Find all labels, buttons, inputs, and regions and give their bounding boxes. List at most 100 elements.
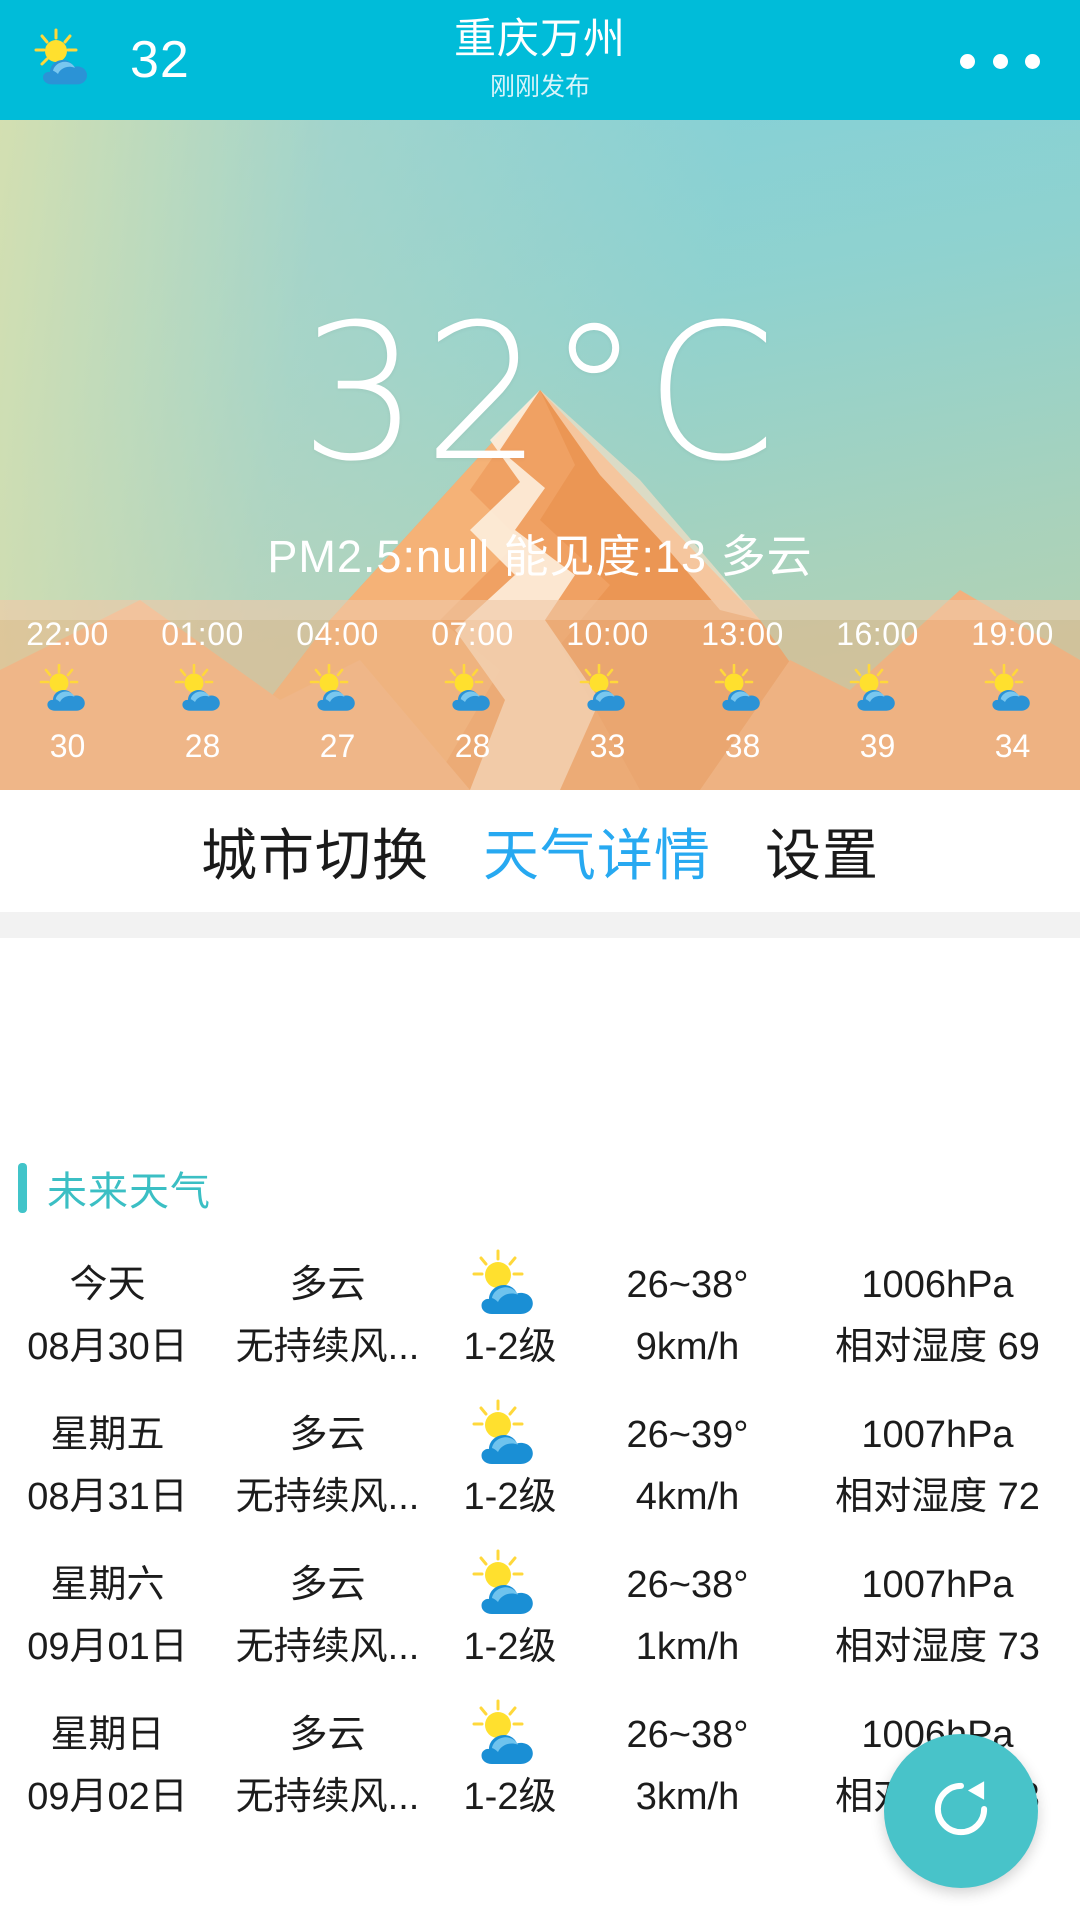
section-divider bbox=[0, 912, 1080, 938]
forecast-row-secondary: 09月01日 无持续风... 1-2级 1km/h 相对湿度 73 bbox=[0, 1617, 1080, 1677]
hourly-time: 22:00 bbox=[26, 616, 109, 652]
hourly-item: 19:00 34 bbox=[945, 610, 1080, 790]
refresh-fab-button[interactable] bbox=[884, 1734, 1038, 1888]
hourly-time: 10:00 bbox=[566, 616, 649, 652]
forecast-row-primary: 星期五 多云 26~39° 1007hPa bbox=[0, 1399, 1080, 1465]
forecast-humidity: 相对湿度 72 bbox=[835, 1476, 1040, 1518]
partly-cloudy-icon bbox=[307, 663, 369, 716]
forecast-condition: 多云 bbox=[289, 1714, 366, 1756]
hourly-temperature: 38 bbox=[724, 728, 761, 764]
section-title-label: 未来天气 bbox=[47, 1170, 211, 1214]
partly-cloudy-icon bbox=[442, 663, 504, 716]
publish-time: 刚刚发布 bbox=[489, 73, 590, 102]
forecast-humidity: 相对湿度 73 bbox=[835, 1626, 1040, 1668]
forecast-temp-range: 26~39° bbox=[626, 1414, 749, 1456]
forecast-row-secondary: 08月31日 无持续风... 1-2级 4km/h 相对湿度 72 bbox=[0, 1467, 1080, 1527]
hourly-item: 16:00 39 bbox=[810, 610, 945, 790]
hourly-item: 07:00 28 bbox=[405, 610, 540, 790]
section-accent-bar bbox=[18, 1163, 27, 1213]
partly-cloudy-icon bbox=[712, 663, 774, 716]
partly-cloudy-icon bbox=[440, 1399, 580, 1471]
hourly-item: 13:00 38 bbox=[675, 610, 810, 790]
partly-cloudy-icon bbox=[37, 663, 99, 716]
partly-cloudy-icon bbox=[440, 1699, 580, 1771]
current-temperature: 32°C bbox=[299, 284, 781, 503]
forecast-wind-level: 1-2级 bbox=[463, 1326, 557, 1368]
forecast-wind: 无持续风... bbox=[235, 1776, 420, 1818]
table-row[interactable]: 星期五 多云 26~39° 1007hPa 08月31日 无持续风... 1-2… bbox=[0, 1399, 1080, 1555]
forecast-date: 09月02日 bbox=[27, 1776, 188, 1818]
app-header: 32 重庆万州 刚刚发布 bbox=[0, 0, 1080, 120]
forecast-wind-level: 1-2级 bbox=[463, 1476, 557, 1518]
forecast-wind-speed: 9km/h bbox=[635, 1326, 740, 1368]
partly-cloudy-icon bbox=[440, 1549, 580, 1621]
hourly-item: 10:00 33 bbox=[540, 610, 675, 790]
forecast-wind: 无持续风... bbox=[235, 1476, 420, 1518]
forecast-wind-level: 1-2级 bbox=[463, 1776, 557, 1818]
hourly-time: 13:00 bbox=[701, 616, 784, 652]
hero-weather-panel: 32°C PM2.5:null 能见度:13 多云 22:00 30 01:00… bbox=[0, 120, 1080, 790]
hourly-item: 22:00 30 bbox=[0, 610, 135, 790]
forecast-wind-level: 1-2级 bbox=[463, 1626, 557, 1668]
hourly-temperature: 33 bbox=[589, 728, 626, 764]
hourly-item: 01:00 28 bbox=[135, 610, 270, 790]
hourly-time: 07:00 bbox=[431, 616, 514, 652]
hourly-temperature: 39 bbox=[859, 728, 896, 764]
partly-cloudy-icon bbox=[172, 663, 234, 716]
tab-weather-details[interactable]: 天气详情 bbox=[467, 811, 727, 892]
forecast-row-primary: 星期六 多云 26~38° 1007hPa bbox=[0, 1549, 1080, 1615]
table-row[interactable]: 今天 多云 26~38° 1006hPa 08月30日 无持续风... 1-2级… bbox=[0, 1249, 1080, 1405]
tab-city-switch[interactable]: 城市切换 bbox=[185, 811, 445, 892]
hourly-forecast-strip[interactable]: 22:00 30 01:00 28 04:00 27 07:00 28 10:0… bbox=[0, 610, 1080, 790]
forecast-temp-range: 26~38° bbox=[626, 1564, 749, 1606]
hourly-time: 01:00 bbox=[161, 616, 244, 652]
forecast-day: 星期六 bbox=[50, 1564, 165, 1606]
header-left-group: 32 bbox=[0, 28, 320, 92]
forecast-temp-range: 26~38° bbox=[626, 1264, 749, 1306]
forecast-wind-speed: 3km/h bbox=[635, 1776, 740, 1818]
overflow-menu-icon[interactable] bbox=[960, 46, 1040, 76]
partly-cloudy-icon bbox=[440, 1249, 580, 1321]
city-name: 重庆万州 bbox=[453, 14, 626, 62]
forecast-humidity: 相对湿度 69 bbox=[835, 1326, 1040, 1368]
forecast-wind-speed: 4km/h bbox=[635, 1476, 740, 1518]
forecast-pressure: 1006hPa bbox=[861, 1264, 1014, 1306]
hourly-time: 19:00 bbox=[971, 616, 1054, 652]
forecast-day: 星期五 bbox=[50, 1414, 165, 1456]
hourly-temperature: 30 bbox=[49, 728, 86, 764]
hourly-temperature: 28 bbox=[184, 728, 221, 764]
hourly-time: 04:00 bbox=[296, 616, 379, 652]
hourly-temperature: 34 bbox=[994, 728, 1031, 764]
forecast-condition: 多云 bbox=[289, 1564, 366, 1606]
forecast-wind: 无持续风... bbox=[235, 1626, 420, 1668]
forecast-row-secondary: 08月30日 无持续风... 1-2级 9km/h 相对湿度 69 bbox=[0, 1317, 1080, 1377]
partly-cloudy-icon bbox=[577, 663, 639, 716]
future-weather-header: 未来天气 bbox=[0, 1160, 1080, 1216]
current-conditions-summary: PM2.5:null 能见度:13 多云 bbox=[267, 531, 813, 582]
partly-cloudy-icon bbox=[30, 28, 102, 92]
forecast-row-primary: 今天 多云 26~38° 1006hPa bbox=[0, 1249, 1080, 1315]
forecast-wind-speed: 1km/h bbox=[635, 1626, 740, 1668]
forecast-wind: 无持续风... bbox=[235, 1326, 420, 1368]
forecast-day: 星期日 bbox=[50, 1714, 165, 1756]
forecast-condition: 多云 bbox=[289, 1414, 366, 1456]
partly-cloudy-icon bbox=[847, 663, 909, 716]
forecast-temp-range: 26~38° bbox=[626, 1714, 749, 1756]
hourly-time: 16:00 bbox=[836, 616, 919, 652]
refresh-icon bbox=[924, 1772, 998, 1851]
hourly-temperature: 27 bbox=[319, 728, 356, 764]
forecast-day: 今天 bbox=[69, 1264, 146, 1306]
partly-cloudy-icon bbox=[982, 663, 1044, 716]
hourly-temperature: 28 bbox=[454, 728, 491, 764]
table-row[interactable]: 星期六 多云 26~38° 1007hPa 09月01日 无持续风... 1-2… bbox=[0, 1549, 1080, 1705]
forecast-pressure: 1007hPa bbox=[861, 1564, 1014, 1606]
tab-settings[interactable]: 设置 bbox=[749, 811, 895, 892]
hourly-item: 04:00 27 bbox=[270, 610, 405, 790]
forecast-pressure: 1007hPa bbox=[861, 1414, 1014, 1456]
forecast-date: 09月01日 bbox=[27, 1626, 188, 1668]
header-temperature: 32 bbox=[130, 31, 190, 89]
forecast-date: 08月30日 bbox=[27, 1326, 188, 1368]
forecast-date: 08月31日 bbox=[27, 1476, 188, 1518]
forecast-condition: 多云 bbox=[289, 1264, 366, 1306]
tab-bar: 城市切换 天气详情 设置 bbox=[0, 790, 1080, 912]
